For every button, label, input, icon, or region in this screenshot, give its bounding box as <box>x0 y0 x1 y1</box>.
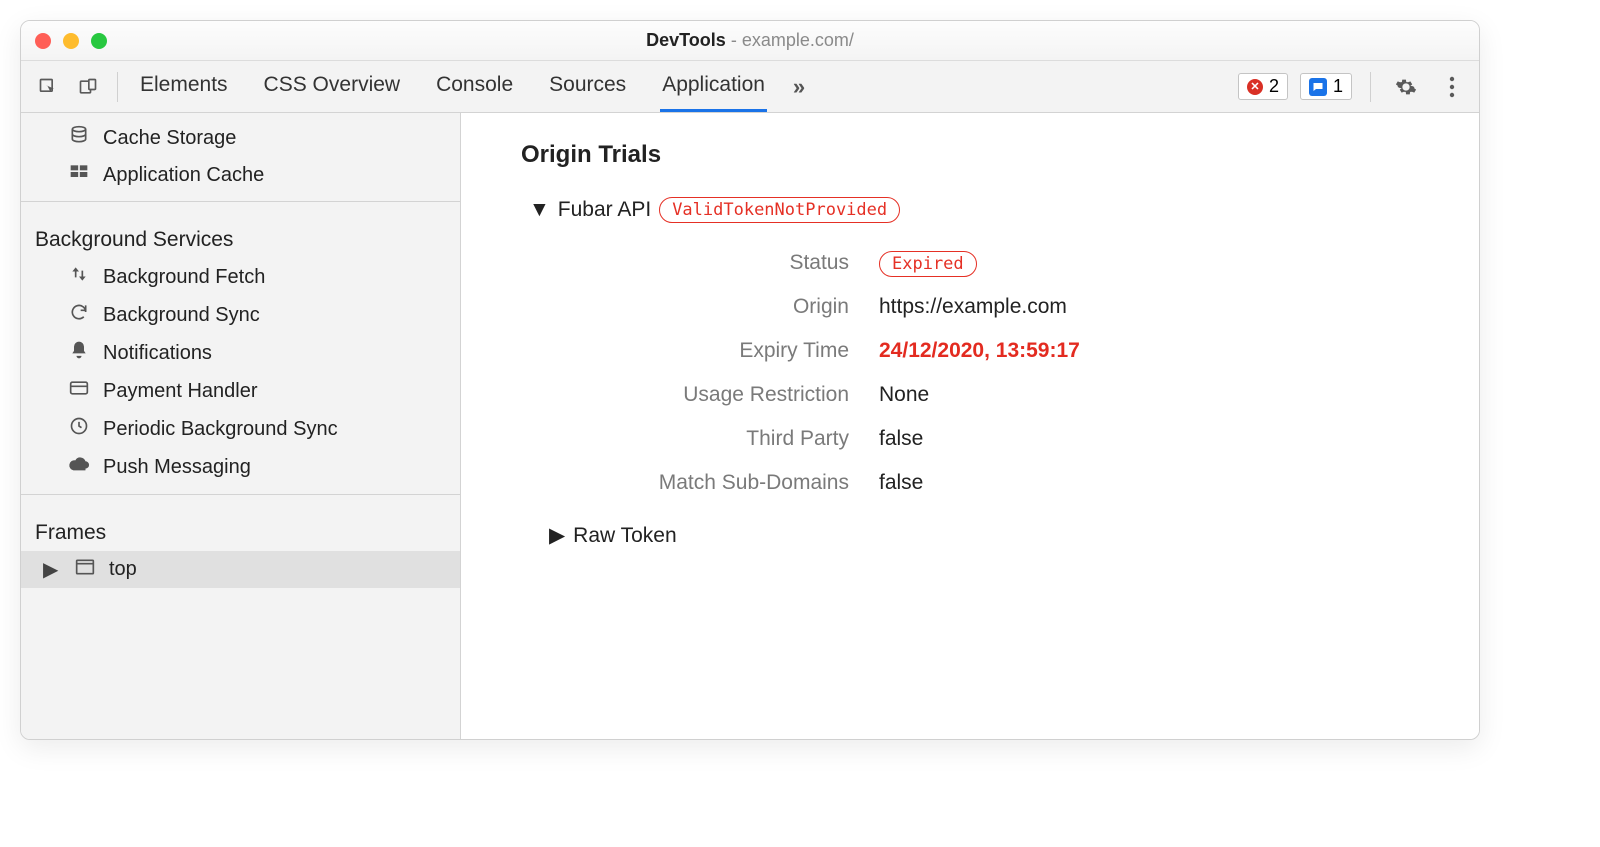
minimize-window-button[interactable] <box>63 33 79 49</box>
sidebar-item-payment-handler[interactable]: Payment Handler <box>21 372 460 410</box>
field-value-third-party: false <box>879 427 1419 451</box>
settings-icon[interactable] <box>1389 71 1423 103</box>
sidebar-item-background-sync[interactable]: Background Sync <box>21 296 460 334</box>
field-value-usage: None <box>879 383 1419 407</box>
window-title-url: example.com/ <box>742 30 854 50</box>
field-value-subdomains: false <box>879 471 1419 495</box>
sidebar-item-label: Push Messaging <box>103 456 251 479</box>
sidebar-item-label: Application Cache <box>103 164 264 187</box>
sidebar-item-label: Payment Handler <box>103 380 258 403</box>
tab-console[interactable]: Console <box>434 61 515 112</box>
raw-token-toggle[interactable]: ▶ Raw Token <box>549 523 1419 548</box>
sidebar-item-application-cache[interactable]: Application Cache <box>21 157 460 193</box>
sidebar-item-label: Notifications <box>103 342 212 365</box>
panel-tabs: Elements CSS Overview Console Sources Ap… <box>138 61 767 112</box>
window-title-app: DevTools <box>646 30 726 50</box>
sidebar-item-push-messaging[interactable]: Push Messaging <box>21 448 460 486</box>
main-toolbar: Elements CSS Overview Console Sources Ap… <box>21 61 1479 113</box>
sidebar-heading-background-services: Background Services <box>21 210 460 258</box>
bell-icon <box>67 340 91 366</box>
inspect-element-icon[interactable] <box>31 71 65 103</box>
credit-card-icon <box>67 378 91 404</box>
sidebar-item-label: Background Sync <box>103 304 260 327</box>
clock-icon <box>67 416 91 442</box>
sidebar-item-frame-top[interactable]: ▶ top <box>21 551 460 588</box>
tab-sources[interactable]: Sources <box>547 61 628 112</box>
status-badge: Expired <box>879 251 977 277</box>
more-tabs-button[interactable]: » <box>793 74 805 100</box>
errors-count: 2 <box>1269 76 1279 97</box>
field-label-third-party: Third Party <box>589 427 849 451</box>
device-toggle-icon[interactable] <box>71 71 105 103</box>
sync-icon <box>67 302 91 328</box>
main-panel: Origin Trials ▼ Fubar API ValidTokenNotP… <box>461 113 1479 739</box>
expand-triangle-icon[interactable]: ▶ <box>43 557 57 582</box>
sidebar-heading-frames: Frames <box>21 503 460 551</box>
field-label-expiry: Expiry Time <box>589 339 849 363</box>
body-split: Cache Storage Application Cache Backgrou… <box>21 113 1479 739</box>
field-label-usage: Usage Restriction <box>589 383 849 407</box>
separator <box>117 72 118 102</box>
messages-badge[interactable]: 1 <box>1300 73 1352 100</box>
collapse-triangle-icon[interactable]: ▼ <box>529 198 550 222</box>
separator <box>21 201 460 202</box>
updown-arrows-icon <box>67 264 91 290</box>
field-label-subdomains: Match Sub-Domains <box>589 471 849 495</box>
sidebar-item-label: Cache Storage <box>103 127 236 150</box>
separator <box>1370 72 1371 102</box>
devtools-window: DevTools - example.com/ Elements CSS Ove… <box>20 20 1480 740</box>
error-icon: ✕ <box>1247 79 1263 95</box>
close-window-button[interactable] <box>35 33 51 49</box>
separator <box>21 494 460 495</box>
cloud-icon <box>67 454 91 480</box>
database-icon <box>67 125 91 151</box>
sidebar-item-background-fetch[interactable]: Background Fetch <box>21 258 460 296</box>
tab-css-overview[interactable]: CSS Overview <box>262 61 403 112</box>
field-label-status: Status <box>589 251 849 275</box>
errors-badge[interactable]: ✕ 2 <box>1238 73 1288 100</box>
sidebar-item-label: top <box>109 558 137 581</box>
trial-status-badge: ValidTokenNotProvided <box>659 197 900 223</box>
trial-header[interactable]: ▼ Fubar API ValidTokenNotProvided <box>529 197 1419 223</box>
trial-details: Status Expired Origin https://example.co… <box>589 251 1419 495</box>
zoom-window-button[interactable] <box>91 33 107 49</box>
expand-triangle-icon: ▶ <box>549 523 565 548</box>
toolbar-right: ✕ 2 1 <box>1238 71 1469 103</box>
field-value-expiry: 24/12/2020, 13:59:17 <box>879 339 1419 363</box>
message-icon <box>1309 78 1327 96</box>
sidebar-item-cache-storage[interactable]: Cache Storage <box>21 119 460 157</box>
kebab-menu-icon[interactable] <box>1435 71 1469 103</box>
sidebar-item-label: Periodic Background Sync <box>103 418 338 441</box>
title-bar: DevTools - example.com/ <box>21 21 1479 61</box>
grid-icon <box>67 163 91 187</box>
window-controls <box>35 33 107 49</box>
field-label-origin: Origin <box>589 295 849 319</box>
field-value-status: Expired <box>879 251 1419 275</box>
section-title: Origin Trials <box>521 141 1419 169</box>
frame-icon <box>73 558 97 582</box>
trial-name: Fubar API <box>558 198 651 222</box>
sidebar-item-label: Background Fetch <box>103 266 265 289</box>
sidebar: Cache Storage Application Cache Backgrou… <box>21 113 461 739</box>
sidebar-item-notifications[interactable]: Notifications <box>21 334 460 372</box>
raw-token-label: Raw Token <box>573 524 677 548</box>
messages-count: 1 <box>1333 76 1343 97</box>
tab-application[interactable]: Application <box>660 61 767 112</box>
tab-elements[interactable]: Elements <box>138 61 230 112</box>
field-value-origin: https://example.com <box>879 295 1419 319</box>
sidebar-item-periodic-background-sync[interactable]: Periodic Background Sync <box>21 410 460 448</box>
window-title: DevTools - example.com/ <box>21 30 1479 51</box>
